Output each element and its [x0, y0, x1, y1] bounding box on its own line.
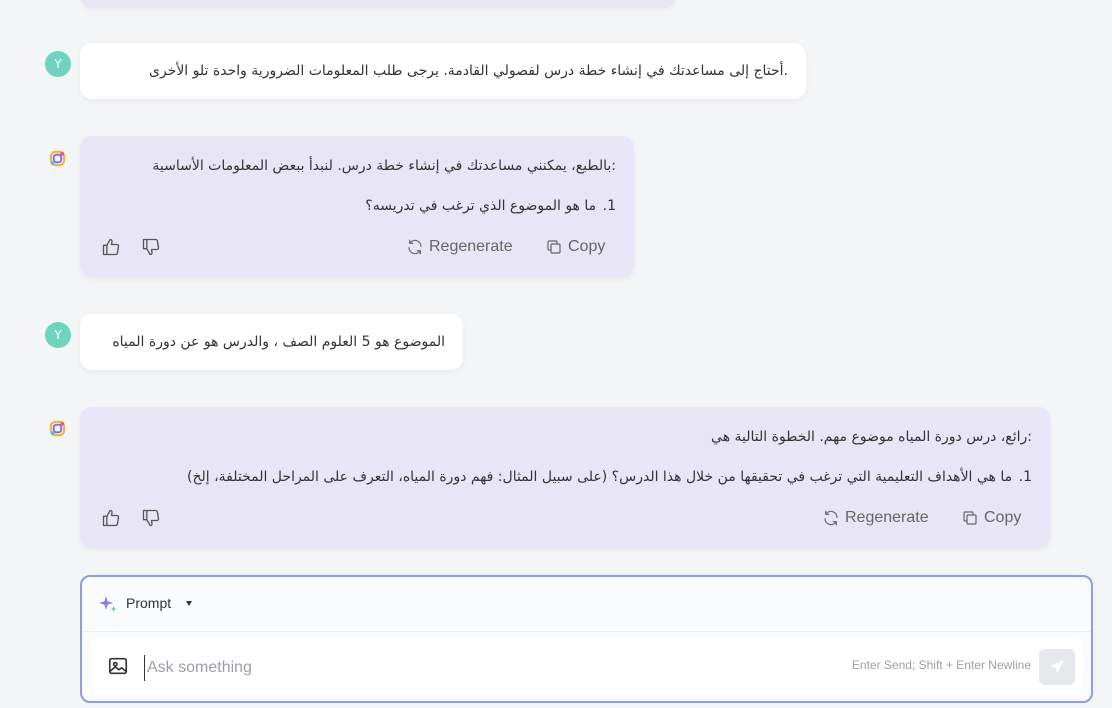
user-message-text: الموضوع هو 5 العلوم الصف ، والدرس هو عن … [112, 334, 445, 350]
assistant-message-list-item: 1. ما هو الموضوع الذي ترغب في تدريسه؟ [98, 194, 616, 218]
composer-input-area: Enter Send; Shift + Enter Newline [90, 639, 1083, 695]
list-item-number: 1. [1018, 469, 1032, 485]
assistant-message: :بالطبع، يمكنني مساعدتك في إنشاء خطة درس… [80, 136, 634, 277]
thumbs-down-button[interactable] [140, 235, 162, 259]
user-message: .أحتاج إلى مساعدتك في إنشاء خطة درس لفصو… [80, 43, 806, 99]
thumbs-down-icon [142, 509, 160, 527]
copy-button[interactable]: Copy [545, 235, 605, 259]
thumbs-up-icon [102, 509, 120, 527]
send-hint: Enter Send; Shift + Enter Newline [851, 658, 1031, 672]
user-message: الموضوع هو 5 العلوم الصف ، والدرس هو عن … [80, 314, 463, 370]
assistant-message-intro: :رائع، درس دورة المياه موضوع مهم. الخطوة… [711, 429, 1032, 445]
chevron-down-icon[interactable] [186, 601, 192, 606]
regenerate-label: Regenerate [429, 238, 513, 255]
copy-label: Copy [568, 238, 606, 255]
list-item-text: ما هي الأهداف التعليمية التي ترغب في تحق… [187, 469, 1013, 485]
list-item-text: ما هو الموضوع الذي ترغب في تدريسه؟ [365, 198, 597, 214]
user-avatar: Y [45, 322, 71, 348]
send-icon [1050, 660, 1064, 673]
assistant-message-list-item: 1. ما هي الأهداف التعليمية التي ترغب في … [98, 465, 1032, 489]
previous-message-bubble [80, 0, 677, 8]
image-upload-icon[interactable] [107, 655, 129, 677]
regenerate-button[interactable]: Regenerate [822, 506, 929, 530]
copy-icon [963, 511, 977, 525]
thumbs-down-icon [142, 238, 160, 256]
copy-label: Copy [984, 509, 1022, 526]
assistant-message: :رائع، درس دورة المياه موضوع مهم. الخطوة… [80, 407, 1050, 548]
thumbs-up-button[interactable] [100, 235, 122, 259]
prompt-mode-bar: Prompt [82, 577, 1091, 632]
list-item-number: 1. [602, 198, 616, 214]
prompt-composer: Prompt Enter Send; Shift + Enter Newline [80, 575, 1093, 703]
ask-input[interactable] [144, 655, 669, 681]
copy-icon [547, 240, 561, 254]
message-actions: Regenerate Copy [80, 217, 634, 277]
send-button[interactable] [1039, 649, 1075, 685]
assistant-logo-icon [49, 420, 66, 437]
user-avatar: Y [45, 51, 71, 77]
regenerate-icon [824, 510, 838, 526]
sparkle-icon [99, 596, 117, 612]
regenerate-label: Regenerate [845, 509, 929, 526]
copy-button[interactable]: Copy [961, 506, 1021, 530]
message-actions: Regenerate Copy [80, 488, 1050, 548]
prompt-mode-dropdown[interactable]: Prompt [126, 593, 171, 613]
assistant-logo-icon [49, 150, 66, 167]
thumbs-up-button[interactable] [100, 506, 122, 530]
assistant-message-intro: :بالطبع، يمكنني مساعدتك في إنشاء خطة درس… [152, 158, 616, 174]
regenerate-icon [408, 239, 422, 255]
thumbs-down-button[interactable] [140, 506, 162, 530]
user-message-text: .أحتاج إلى مساعدتك في إنشاء خطة درس لفصو… [148, 63, 788, 79]
thumbs-up-icon [102, 238, 120, 256]
regenerate-button[interactable]: Regenerate [406, 235, 513, 259]
